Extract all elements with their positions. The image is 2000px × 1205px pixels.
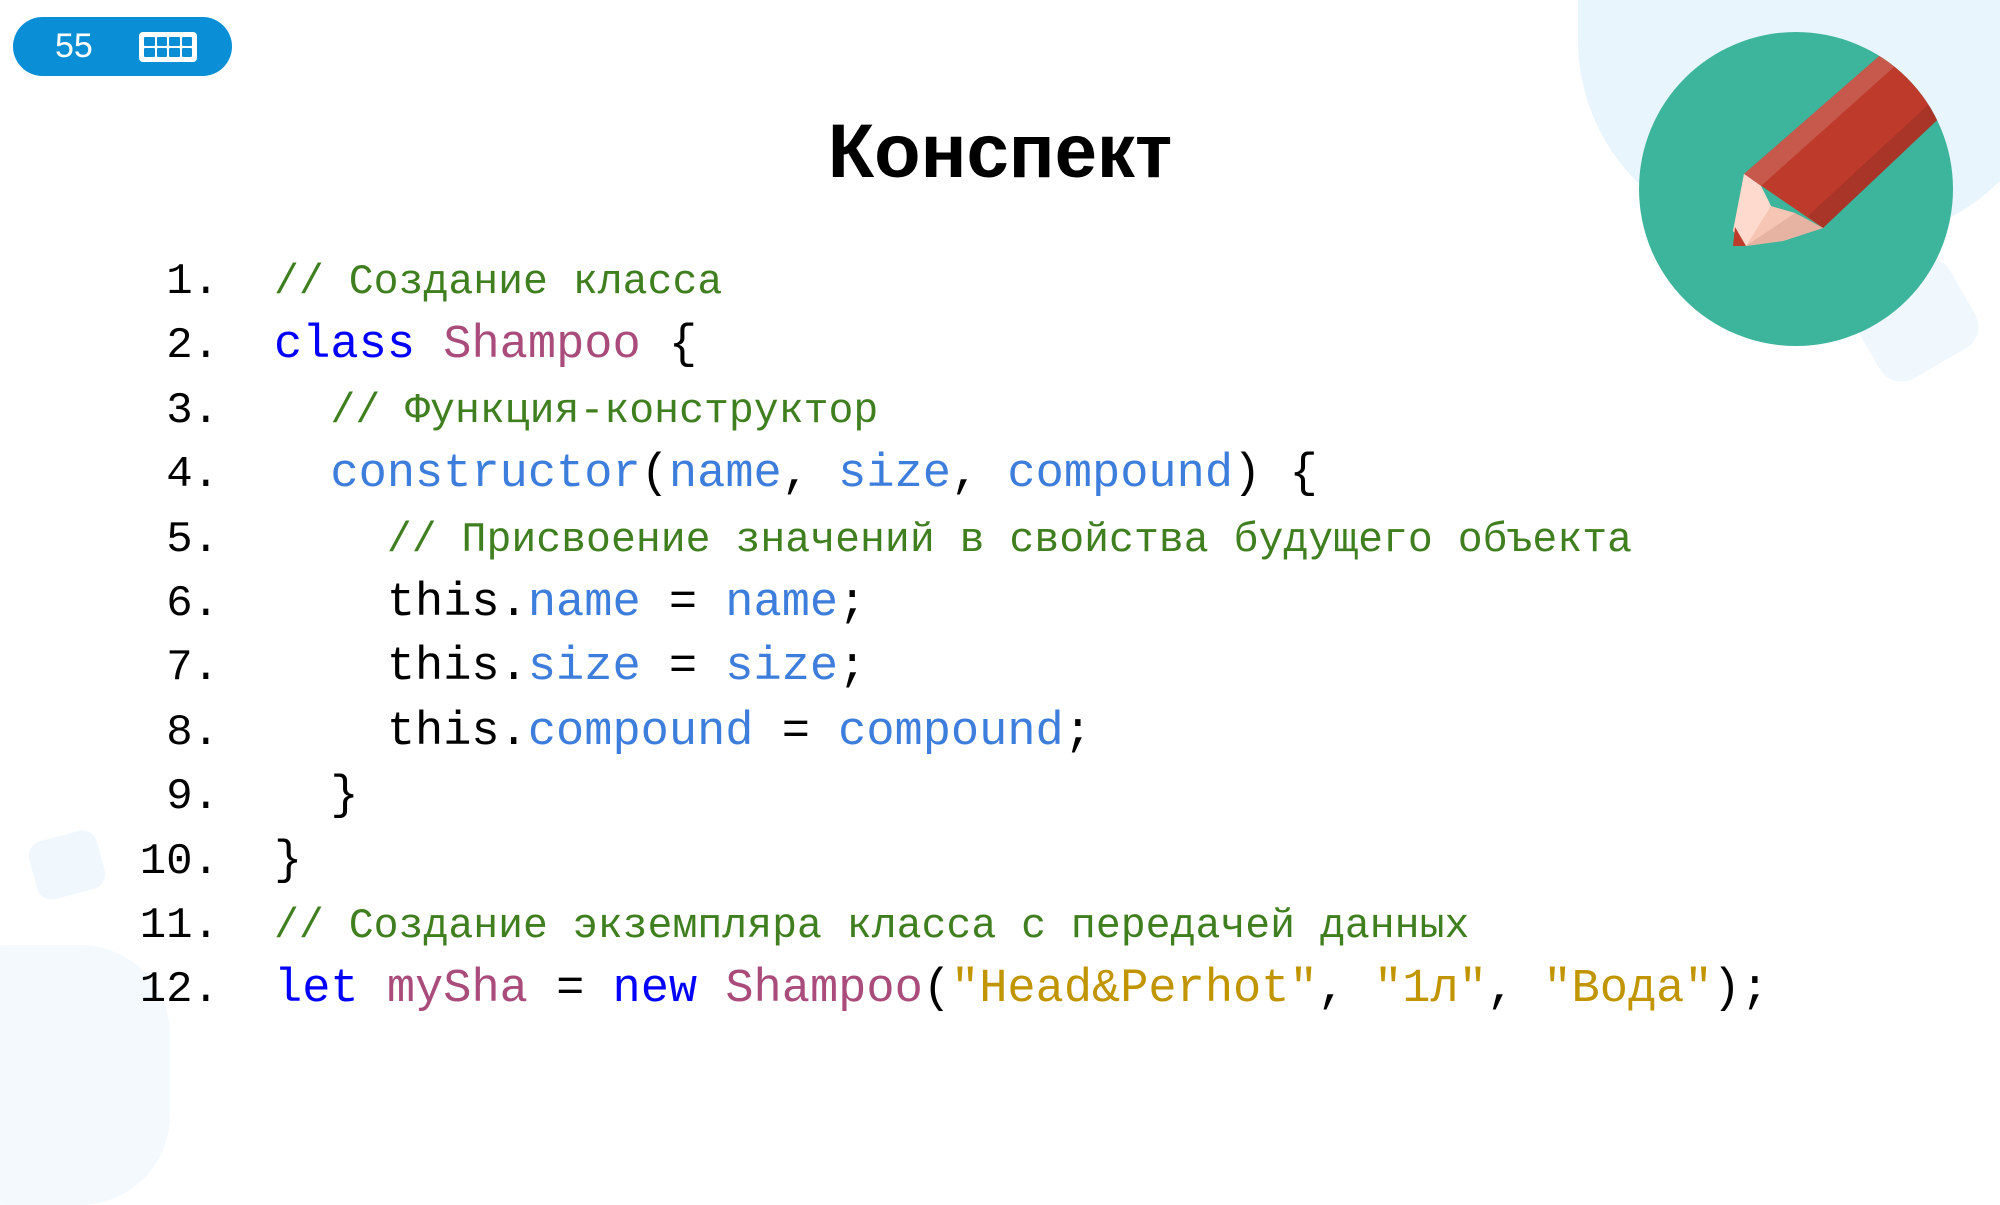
line-number: 10.	[139, 836, 219, 887]
code-token-plain: ;	[838, 641, 867, 695]
code-token-plain: }	[274, 770, 359, 824]
code-token-id: compound	[838, 705, 1064, 759]
code-token-plain: this.	[274, 705, 528, 759]
slide-number: 55	[55, 27, 93, 65]
line-number: 11.	[139, 900, 219, 951]
code-token-plain: ,	[1486, 963, 1544, 1017]
code-token-kw: new	[612, 963, 698, 1017]
code-token-plain: (	[922, 963, 951, 1017]
code-text: }	[274, 830, 302, 894]
code-text: // Присвоение значений в свойства будуще…	[274, 508, 1632, 573]
code-token-plain: =	[640, 576, 726, 630]
decor-blob	[25, 826, 109, 904]
pencil-icon	[1639, 32, 1953, 346]
line-number: 6.	[166, 578, 219, 629]
line-number: 9.	[166, 772, 219, 823]
code-token-plain: =	[640, 641, 726, 695]
line-number: 4.	[166, 450, 219, 501]
code-token-kw: let	[274, 963, 359, 1017]
code-token-id: name	[668, 448, 782, 502]
code-token-cls: mySha	[386, 963, 528, 1017]
code-text: class Shampoo {	[274, 314, 697, 378]
code-token-plain: ) {	[1233, 448, 1318, 502]
line-number: 8.	[166, 707, 219, 758]
code-token-comment: // Функция-конструктор	[330, 387, 879, 435]
code-text: this.compound = compound;	[274, 701, 1092, 765]
code-token-kw: class	[274, 319, 416, 373]
line-number: 1.	[166, 257, 219, 307]
line-number: 12.	[139, 965, 219, 1016]
code-token-id: size	[527, 641, 641, 695]
code-token-id: name	[725, 576, 839, 630]
code-token-comment: // Создание класса	[274, 259, 723, 306]
line-number: 7.	[166, 643, 219, 694]
code-token-plain: {	[640, 319, 698, 373]
code-token-plain: =	[527, 963, 613, 1017]
slide-number-badge: 55	[13, 17, 232, 76]
code-text: this.size = size;	[274, 636, 867, 700]
code-text: // Создание экземпляра класса с передаче…	[274, 894, 1469, 959]
code-text: constructor(name, size, compound) {	[274, 443, 1318, 507]
code-token-id: compound	[1007, 448, 1234, 502]
code-token-cls: Shampoo	[443, 319, 641, 373]
code-token-plain: this.	[274, 641, 528, 695]
code-token-plain: =	[753, 705, 839, 759]
code-token-str: "1л"	[1374, 963, 1487, 1017]
code-token-id: size	[725, 641, 839, 695]
code-token-plain: ,	[950, 448, 1008, 502]
code-token-id: size	[838, 448, 951, 502]
code-text: let mySha = new Shampoo("Head&Perhot", "…	[274, 958, 1769, 1022]
code-token-plain: (	[640, 448, 669, 502]
keyboard-icon[interactable]	[139, 31, 197, 62]
code-token-plain: }	[274, 834, 303, 888]
code-token-id: constructor	[330, 448, 641, 502]
code-token-plain: ;	[1063, 705, 1092, 759]
code-text: // Создание класса	[274, 250, 722, 315]
code-token-comment: // Присвоение значений в свойства будуще…	[386, 516, 1633, 564]
code-token-plain: ,	[1317, 963, 1375, 1017]
code-token-str: "Head&Perhot"	[951, 963, 1318, 1017]
code-text: this.name = name;	[274, 572, 867, 636]
code-token-plain: ,	[781, 448, 839, 502]
code-text: }	[274, 765, 359, 829]
line-number: 5.	[166, 514, 219, 565]
code-text: // Функция-конструктор	[274, 379, 878, 444]
code-token-plain: this.	[274, 576, 528, 630]
code-token-id: name	[527, 576, 641, 630]
line-number: 3.	[166, 385, 219, 436]
code-token-comment: // Создание экземпляра класса с передаче…	[274, 902, 1470, 950]
code-token-plain: );	[1712, 963, 1769, 1017]
line-number: 2.	[166, 321, 219, 372]
code-token-id: compound	[527, 705, 754, 759]
code-token-cls: Shampoo	[725, 963, 923, 1017]
code-token-str: "Вода"	[1543, 963, 1713, 1017]
code-token-plain: ;	[838, 576, 867, 630]
